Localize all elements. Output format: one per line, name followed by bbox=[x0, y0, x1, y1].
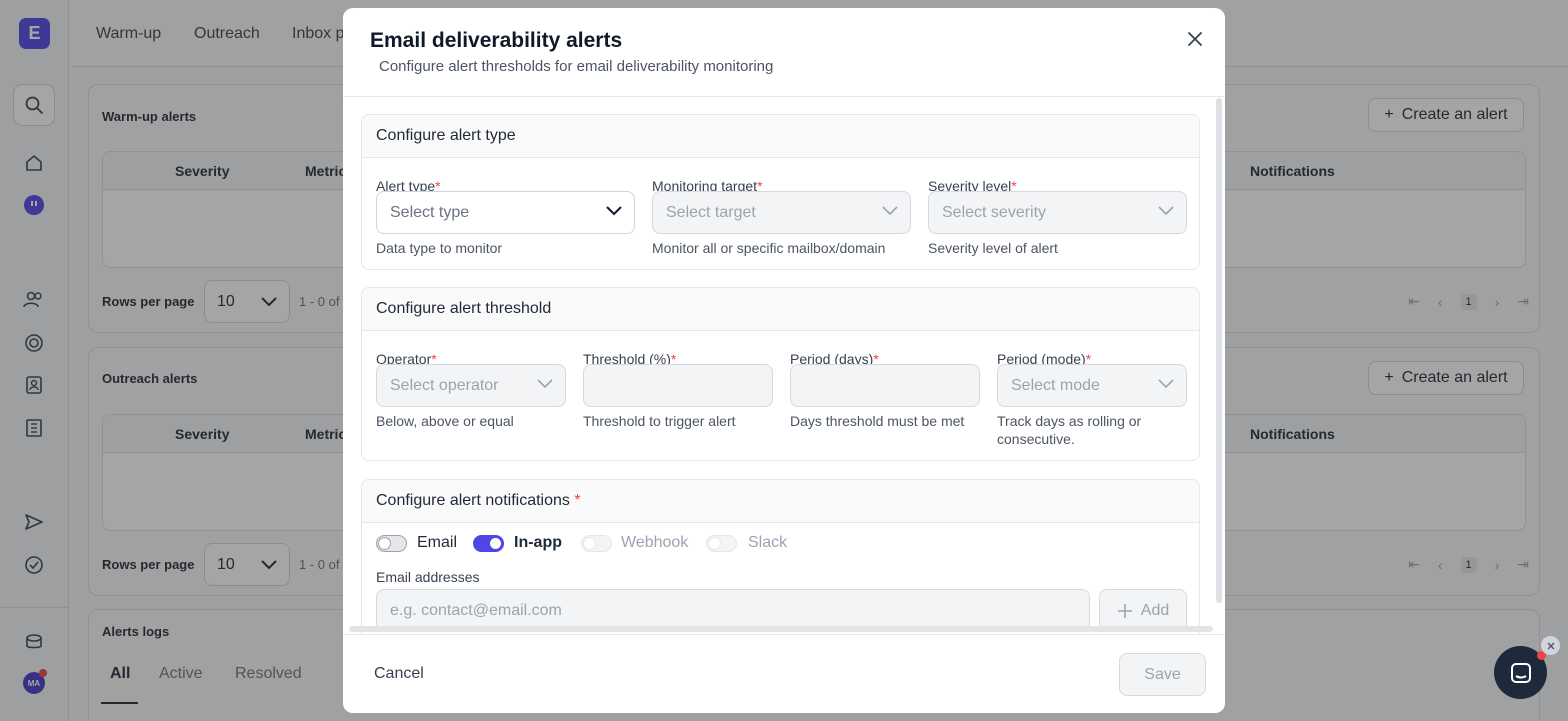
cancel-button[interactable]: Cancel bbox=[374, 665, 424, 683]
period-mode-help: Track days as rolling or consecutive. bbox=[997, 413, 1142, 447]
slack-toggle[interactable] bbox=[706, 535, 737, 552]
modal-body: Configure alert type Alert type* Select … bbox=[343, 98, 1225, 634]
alert-threshold-section: Configure alert threshold Operator* Sele… bbox=[361, 287, 1200, 461]
alert-notifications-section: Configure alert notifications * Email In… bbox=[361, 479, 1200, 634]
chevron-down-icon bbox=[606, 206, 622, 216]
webhook-toggle[interactable] bbox=[581, 535, 612, 552]
severity-level-help: Severity level of alert bbox=[928, 240, 1058, 256]
modal-header: Email deliverability alerts Configure al… bbox=[343, 8, 1225, 97]
monitoring-target-help: Monitor all or specific mailbox/domain bbox=[652, 240, 886, 256]
in-app-toggle-label: In-app bbox=[514, 534, 562, 551]
close-icon bbox=[1547, 642, 1554, 649]
severity-level-select[interactable]: Select severity bbox=[928, 191, 1187, 234]
modal-footer: Cancel Save bbox=[343, 634, 1225, 713]
email-addresses-label: Email addresses bbox=[376, 569, 480, 585]
operator-select[interactable]: Select operator bbox=[376, 364, 566, 407]
horizontal-scrollbar[interactable] bbox=[349, 626, 1213, 632]
threshold-input[interactable] bbox=[583, 364, 773, 407]
email-toggle[interactable] bbox=[376, 535, 407, 552]
close-icon bbox=[1188, 32, 1202, 46]
webhook-toggle-label: Webhook bbox=[621, 534, 689, 551]
slack-toggle-label: Slack bbox=[748, 534, 788, 551]
alert-type-help: Data type to monitor bbox=[376, 240, 503, 256]
period-days-help: Days threshold must be met bbox=[790, 413, 965, 429]
save-button[interactable]: Save bbox=[1119, 653, 1206, 696]
email-toggle-label: Email bbox=[417, 534, 458, 551]
chevron-down-icon bbox=[537, 379, 553, 389]
chat-icon bbox=[1510, 662, 1531, 683]
monitoring-target-select[interactable]: Select target bbox=[652, 191, 911, 234]
close-button[interactable] bbox=[1186, 30, 1204, 48]
period-days-input[interactable] bbox=[790, 364, 980, 407]
in-app-toggle[interactable] bbox=[473, 535, 504, 552]
section-title: Configure alert type bbox=[362, 115, 1199, 158]
chevron-down-icon bbox=[1158, 379, 1174, 389]
threshold-help: Threshold to trigger alert bbox=[583, 413, 736, 429]
chat-close-button[interactable] bbox=[1541, 636, 1560, 655]
chevron-down-icon bbox=[1158, 206, 1174, 216]
alert-type-select[interactable]: Select type bbox=[376, 191, 635, 234]
alerts-modal: Email deliverability alerts Configure al… bbox=[343, 8, 1225, 713]
plus-icon bbox=[1117, 603, 1132, 618]
section-title: Configure alert notifications * bbox=[362, 480, 1199, 523]
alert-type-section: Configure alert type Alert type* Select … bbox=[361, 114, 1200, 270]
section-title: Configure alert threshold bbox=[362, 288, 1199, 331]
operator-help: Below, above or equal bbox=[376, 413, 514, 429]
modal-title: Email deliverability alerts bbox=[370, 29, 623, 52]
chevron-down-icon bbox=[882, 206, 898, 216]
period-mode-select[interactable]: Select mode bbox=[997, 364, 1187, 407]
modal-subtitle: Configure alert thresholds for email del… bbox=[379, 58, 774, 75]
vertical-scrollbar[interactable] bbox=[1216, 98, 1222, 603]
